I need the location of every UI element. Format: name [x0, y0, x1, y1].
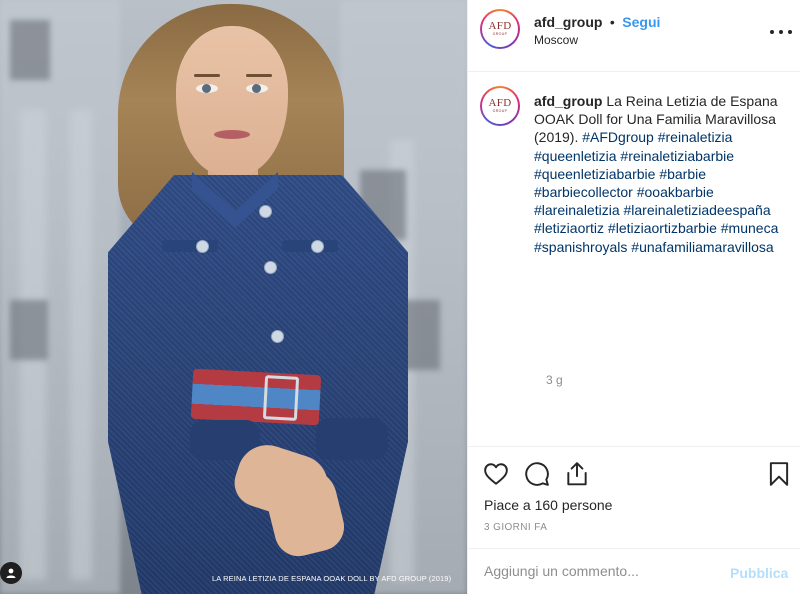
share-icon[interactable]	[564, 461, 590, 487]
avatar-logo-text: AFD	[488, 20, 512, 32]
caption-timestamp[interactable]: 3 g	[546, 373, 563, 387]
more-dot-icon	[788, 30, 792, 34]
doll-eye	[246, 84, 268, 93]
background-window	[10, 20, 50, 80]
image-overlay-caption: LA REINA LETIZIA DE ESPANA OOAK DOLL BY …	[212, 574, 452, 583]
avatar-logo-subtext: GROUP	[492, 32, 508, 36]
doll-lips	[214, 130, 250, 139]
header-username-link[interactable]: afd_group	[534, 14, 602, 30]
post-actions: Piace a 160 persone 3 GIORNI FA	[468, 446, 800, 546]
hashtag-link[interactable]: #AFDgroup	[582, 129, 654, 145]
doll-button	[311, 240, 324, 253]
background-window	[10, 300, 48, 360]
more-dot-icon	[779, 30, 783, 34]
hashtag-link[interactable]: #barbie	[659, 166, 706, 182]
hashtag-link[interactable]: #reinaletizia	[658, 129, 733, 145]
doll-button	[196, 240, 209, 253]
doll-pocket-flap	[162, 240, 218, 252]
avatar-logo: AFD GROUP	[482, 11, 518, 47]
doll-eye	[196, 84, 218, 93]
doll-pocket-flap	[282, 240, 338, 252]
hashtag-link[interactable]: #letiziaortizbarbie	[608, 220, 717, 236]
hashtag-link[interactable]: #lareinaletiziadeespaña	[624, 202, 771, 218]
follow-button[interactable]: Segui	[622, 14, 660, 30]
hashtag-link[interactable]: #muneca	[721, 220, 779, 236]
more-options-button[interactable]	[770, 22, 792, 42]
header-user-line: afd_group • Segui	[534, 14, 660, 32]
hashtag-link[interactable]: #letiziaortiz	[534, 220, 604, 236]
hashtag-link[interactable]: #unafamiliamaravillosa	[631, 239, 773, 255]
header-separator: •	[609, 14, 615, 30]
doll-button	[271, 330, 284, 343]
hashtag-link[interactable]: #lareinaletizia	[534, 202, 620, 218]
comment-icon[interactable]	[524, 461, 550, 487]
hashtag-link[interactable]: #reinaletiziabarbie	[620, 148, 734, 164]
hashtag-link[interactable]: #ooakbarbie	[637, 184, 714, 200]
doll-brow	[246, 74, 272, 77]
hashtag-list: #AFDgroup #reinaletizia #queenletizia #r…	[534, 129, 778, 254]
comment-input[interactable]	[484, 563, 714, 579]
heart-icon[interactable]	[483, 461, 509, 487]
publish-button[interactable]: Pubblica	[730, 565, 788, 581]
avatar-logo: AFD GROUP	[482, 88, 518, 124]
likes-count-link[interactable]: Piace a 160 persone	[484, 497, 612, 513]
doll-belt-buckle	[262, 375, 300, 421]
avatar-logo-subtext: GROUP	[492, 109, 508, 113]
comment-bar: Pubblica	[468, 548, 800, 594]
caption-avatar[interactable]: AFD GROUP	[480, 86, 520, 126]
doll-brow	[194, 74, 220, 77]
more-dot-icon	[770, 30, 774, 34]
background-column	[70, 110, 92, 580]
post-age[interactable]: 3 GIORNI FA	[484, 522, 547, 533]
caption-username-link[interactable]: afd_group	[534, 93, 602, 109]
user-silhouette-icon	[6, 568, 16, 578]
location-link[interactable]: Moscow	[534, 33, 578, 47]
background-building-left	[0, 0, 120, 594]
post-side-panel: AFD GROUP afd_group • Segui Moscow AFD G…	[467, 0, 800, 594]
post-photo[interactable]: LA REINA LETIZIA DE ESPANA OOAK DOLL BY …	[0, 0, 467, 594]
post-header: AFD GROUP afd_group • Segui Moscow	[468, 0, 800, 72]
hashtag-link[interactable]: #barbiecollector	[534, 184, 633, 200]
doll-button	[264, 261, 277, 274]
hashtag-link[interactable]: #spanishroyals	[534, 239, 627, 255]
profile-avatar[interactable]: AFD GROUP	[480, 9, 520, 49]
doll-sleeve-cuff	[316, 418, 388, 460]
hashtag-link[interactable]: #queenletizia	[534, 148, 617, 164]
doll-face	[176, 26, 288, 176]
tagged-user-icon[interactable]	[0, 562, 22, 584]
bookmark-icon[interactable]	[766, 461, 792, 487]
avatar-logo-text: AFD	[488, 97, 512, 109]
hashtag-link[interactable]: #queenletiziabarbie	[534, 166, 655, 182]
doll-belt	[190, 368, 322, 426]
caption-text: afd_group La Reina Letizia de Espana OOA…	[534, 92, 796, 256]
doll-button	[259, 205, 272, 218]
